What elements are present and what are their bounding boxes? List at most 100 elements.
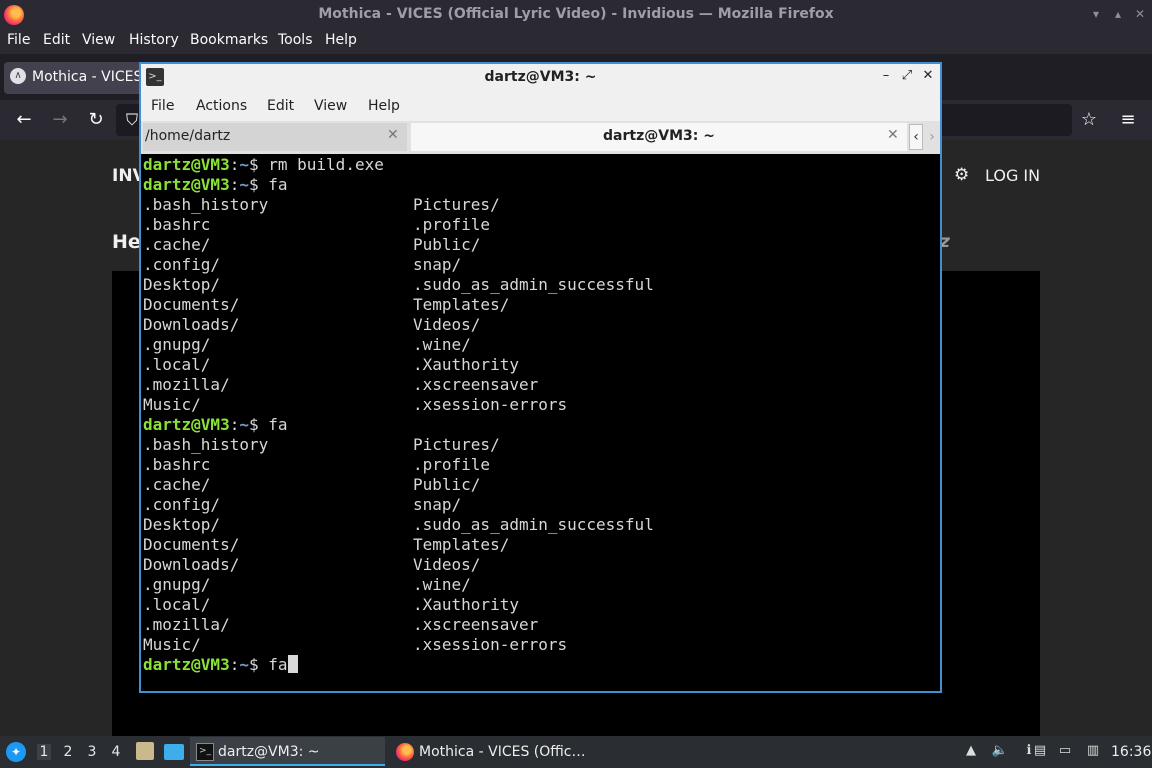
listing-entry: .profile (413, 215, 491, 234)
terminal-listing-row: .local/ .Xauthority (143, 355, 519, 375)
menu-bookmarks[interactable]: Bookmarks (190, 32, 268, 48)
term-menu-view[interactable]: View (314, 98, 347, 114)
terminal-listing-row: .bashrc .profile (143, 455, 490, 475)
prompt-separator: : (229, 655, 240, 674)
hamburger-menu-icon[interactable]: ≡ (1116, 108, 1140, 132)
menu-file[interactable]: File (7, 32, 30, 48)
firefox-icon[interactable] (396, 743, 414, 761)
gear-icon[interactable]: ⚙ (954, 165, 969, 185)
listing-entry: .xsession-errors (413, 635, 568, 654)
invidious-favicon-icon: ∧ (10, 68, 26, 84)
listing-entry: .config/ (143, 495, 221, 514)
terminal-prompt-line: dartz@VM3:~$ fa (143, 175, 288, 195)
terminal-menubar (141, 91, 940, 121)
menu-view[interactable]: View (82, 32, 115, 48)
listing-entry: Music/ (143, 635, 201, 654)
terminal-listing-row: Documents/Templates/ (143, 295, 509, 315)
listing-entry: Videos/ (413, 555, 481, 574)
minimize-icon[interactable]: ▾ (1088, 6, 1104, 22)
terminal-listing-row: .bash_history Pictures/ (143, 195, 500, 215)
terminal-listing-row: .cache/Public/ (143, 235, 480, 255)
terminal-listing-row: .mozilla/ .xscreensaver (143, 375, 538, 395)
tab-scroll-left-icon[interactable]: ‹ (909, 124, 923, 150)
listing-entry: snap/ (413, 255, 462, 274)
listing-entry: .local/ (143, 355, 211, 374)
terminal-prompt-line: dartz@VM3:~$ fa (143, 415, 288, 435)
listing-entry: Downloads/ (143, 555, 240, 574)
workspace-3[interactable]: 3 (85, 744, 99, 760)
terminal-listing-row: .config/snap/ (143, 495, 461, 515)
terminal-output[interactable]: dartz@VM3:~$ rm build.exe dartz@VM3:~$ fa… (143, 155, 938, 691)
listing-entry: .gnupg/ (143, 575, 211, 594)
maximize-icon[interactable]: ▴ (1110, 6, 1126, 22)
prompt-path: ~ (239, 175, 249, 194)
prompt-user: dartz@VM3 (143, 175, 230, 194)
listing-entry: Downloads/ (143, 315, 240, 334)
term-menu-file[interactable]: File (151, 98, 174, 114)
listing-entry: .wine/ (413, 335, 471, 354)
app-launcher-icon[interactable]: ✦ (6, 742, 26, 762)
bookmark-star-icon[interactable]: ☆ (1077, 108, 1101, 132)
terminal-listing-row: .mozilla/ .xscreensaver (143, 615, 538, 635)
login-link[interactable]: LOG IN (985, 166, 1040, 185)
terminal-icon: >_ (196, 743, 214, 761)
prompt-user: dartz@VM3 (143, 155, 230, 174)
terminal-listing-row: .gnupg/ .wine/ (143, 575, 471, 595)
terminal-listing-row: Documents/Templates/ (143, 535, 509, 555)
reload-icon[interactable]: ↻ (84, 108, 108, 132)
listing-entry: .cache/ (143, 235, 211, 254)
listing-entry: .gnupg/ (143, 335, 211, 354)
listing-entry: Desktop/ (143, 515, 221, 534)
prompt-symbol: $ (248, 655, 269, 674)
terminal-maximize-icon[interactable]: ⤢ (900, 68, 914, 84)
listing-entry: Public/ (413, 475, 481, 494)
listing-entry: Documents/ (143, 295, 240, 314)
terminal-minimize-icon[interactable]: – (879, 68, 893, 84)
menu-edit[interactable]: Edit (43, 32, 70, 48)
prompt-path: ~ (239, 155, 249, 174)
prompt-symbol: $ (248, 415, 269, 434)
back-icon[interactable]: ← (12, 108, 36, 132)
menu-help[interactable]: Help (325, 32, 357, 48)
terminal-window-title: dartz@VM3: ~ (484, 69, 597, 85)
terminal-close-icon[interactable]: ✕ (921, 68, 935, 84)
prompt-separator: : (229, 175, 240, 194)
listing-entry: .bashrc (143, 215, 211, 234)
listing-entry: .mozilla/ (143, 375, 230, 394)
close-icon[interactable]: ✕ (1132, 6, 1148, 22)
menu-tools[interactable]: Tools (278, 32, 313, 48)
listing-entry: .bash_history (143, 195, 269, 214)
volume-icon[interactable]: 🔈 (991, 742, 1009, 760)
term-menu-help[interactable]: Help (368, 98, 400, 114)
workspace-4[interactable]: 4 (109, 744, 123, 760)
workspace-2[interactable]: 2 (61, 744, 75, 760)
listing-entry: .Xauthority (413, 595, 519, 614)
workspace-1[interactable]: 1 (37, 744, 51, 760)
menu-history[interactable]: History (129, 32, 179, 48)
terminal-command: fa (268, 655, 288, 674)
display-icon[interactable]: ▭ (1056, 742, 1074, 760)
term-menu-actions[interactable]: Actions (196, 98, 247, 114)
prompt-symbol: $ (248, 155, 269, 174)
tray-up-icon[interactable]: ▲ (962, 742, 980, 760)
task-firefox-label[interactable]: Mothica - VICES (Offic… (419, 744, 586, 760)
prompt-separator: : (229, 415, 240, 434)
listing-entry: Music/ (143, 395, 201, 414)
tab-scroll-right-icon[interactable]: › (925, 124, 939, 150)
tab-close-icon[interactable]: ✕ (887, 127, 899, 143)
notes-icon[interactable]: ▥ (1084, 742, 1102, 760)
file-manager-icon[interactable] (136, 742, 154, 760)
prompt-user: dartz@VM3 (143, 415, 230, 434)
listing-entry: .xscreensaver (413, 615, 539, 634)
listing-entry: .xscreensaver (413, 375, 539, 394)
terminal-command: rm build.exe (268, 155, 384, 174)
listing-entry: .bashrc (143, 455, 211, 474)
listing-entry: .cache/ (143, 475, 211, 494)
clipboard-icon[interactable]: ▤ (1031, 742, 1049, 760)
term-menu-edit[interactable]: Edit (267, 98, 294, 114)
show-desktop-icon[interactable] (164, 744, 184, 760)
listing-entry: Public/ (413, 235, 481, 254)
tab-close-icon[interactable]: ✕ (387, 127, 399, 143)
terminal-listing-row: .bashrc .profile (143, 215, 490, 235)
forward-icon[interactable]: → (48, 108, 72, 132)
